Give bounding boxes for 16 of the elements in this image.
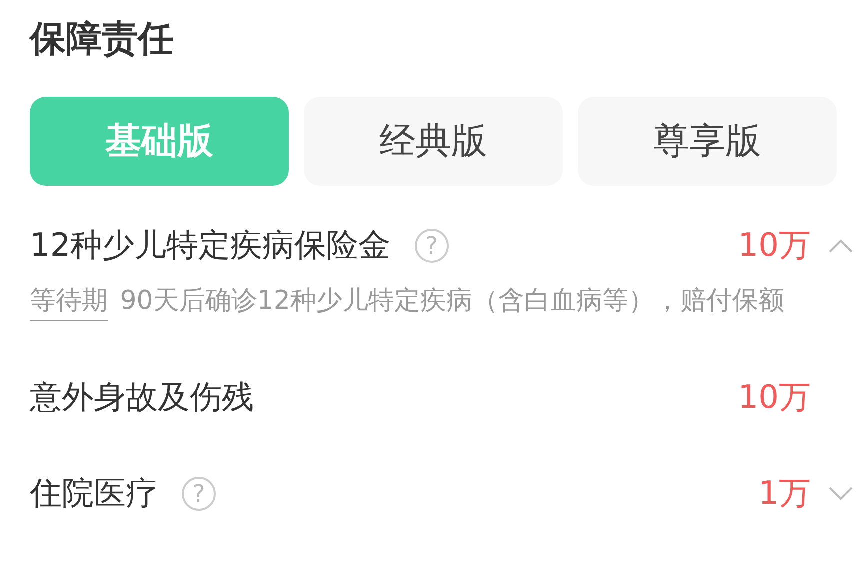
section-title: 保障责任 [30, 18, 175, 62]
coverage-amount: 10万 [738, 377, 811, 418]
help-icon[interactable]: ? [182, 477, 216, 511]
term-link[interactable]: 等待期 [30, 286, 108, 321]
plan-tab[interactable]: 尊享版 [578, 97, 837, 186]
coverage-amount: 10万 [738, 225, 811, 266]
plan-tab[interactable]: 经典版 [304, 97, 563, 186]
coverage-label: 住院医疗 [30, 473, 158, 514]
coverage-amount: 1万 [758, 473, 811, 514]
help-icon[interactable]: ? [414, 229, 449, 263]
chevron-up-icon[interactable] [829, 239, 853, 253]
plan-tab[interactable]: 基础版 [30, 97, 289, 186]
chevron-down-icon[interactable] [829, 487, 853, 501]
coverage-description: 等待期 90天后确诊12种少儿特定疾病（含白血病等），赔付保额 [30, 278, 857, 324]
coverage-label: 意外身故及伤残 [30, 377, 254, 418]
coverage-label: 12种少儿特定疾病保险金 [30, 225, 391, 266]
